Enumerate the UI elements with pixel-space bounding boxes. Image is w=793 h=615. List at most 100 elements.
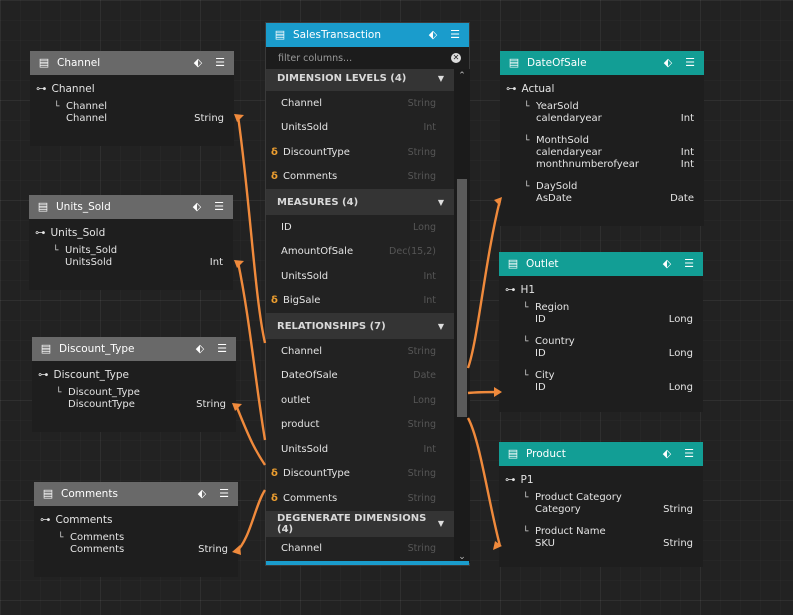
calculated-column-icon[interactable]: ⬖: [192, 343, 208, 355]
dimension-header[interactable]: ▤ DateOfSale ⬖ ☰: [500, 51, 704, 75]
calculated-column-icon[interactable]: ⬖: [659, 448, 675, 460]
hierarchy-row[interactable]: ⊶ Units_Sold: [35, 227, 223, 239]
vertical-scrollbar[interactable]: ⌃ ⌄: [454, 69, 470, 563]
dimension-header[interactable]: ▤ Discount_Type ⬖ ☰: [32, 337, 236, 361]
column-row[interactable]: product String: [266, 413, 454, 438]
level-name: Product Category: [535, 492, 622, 503]
hierarchy-icon: ⊶: [36, 83, 47, 95]
hamburger-menu-icon[interactable]: ☰: [447, 29, 463, 41]
delta-icon: δ: [271, 295, 278, 307]
hamburger-menu-icon[interactable]: ☰: [211, 201, 227, 213]
dimension-card-discount-type[interactable]: ▤ Discount_Type ⬖ ☰ ⊶ Discount_Type └ Discount_…: [32, 337, 236, 432]
level-item[interactable]: └ Country ID Long: [505, 336, 693, 360]
column-row[interactable]: δ Comments String: [266, 486, 454, 511]
hierarchy-row[interactable]: ⊶ P1: [505, 474, 693, 486]
section-header[interactable]: RELATIONSHIPS (7) ▼: [266, 313, 454, 339]
column-row[interactable]: UnitsSold Int: [266, 116, 454, 141]
column-row[interactable]: δ Comments String: [266, 165, 454, 190]
column-row[interactable]: AmountOfSale Dec(15,2): [266, 240, 454, 265]
level-item[interactable]: └ City ID Long: [505, 370, 693, 394]
dimension-header[interactable]: ▤ Units_Sold ⬖ ☰: [29, 195, 233, 219]
column-type: String: [407, 171, 436, 183]
level-item[interactable]: └ YearSold calendaryear Int: [506, 101, 694, 125]
column-row[interactable]: Channel String: [266, 537, 454, 562]
dimension-header[interactable]: ▤ Channel ⬖ ☰: [30, 51, 234, 75]
dimension-card-units-sold[interactable]: ▤ Units_Sold ⬖ ☰ ⊶ Units_Sold └ Units_Sold Units…: [29, 195, 233, 290]
collapse-caret-icon[interactable]: ▼: [438, 322, 444, 331]
dimension-card-product[interactable]: ▤ Product ⬖ ☰ ⊶ P1 └ Product Category Category S…: [499, 442, 703, 567]
calculated-column-icon[interactable]: ⬖: [194, 488, 210, 500]
level-name: SKU: [535, 538, 555, 549]
collapse-caret-icon[interactable]: ▼: [438, 74, 444, 83]
section-header[interactable]: DIMENSION LEVELS (4) ▼: [266, 69, 454, 91]
hamburger-menu-icon[interactable]: ☰: [212, 57, 228, 69]
collapse-caret-icon[interactable]: ▼: [438, 198, 444, 207]
hierarchy-row[interactable]: ⊶ Channel: [36, 83, 224, 95]
collapse-caret-icon[interactable]: ▼: [438, 519, 444, 528]
column-row[interactable]: DateOfSale Date: [266, 364, 454, 389]
level-item[interactable]: └ Product Name SKU String: [505, 526, 693, 550]
column-list[interactable]: DIMENSION LEVELS (4) ▼ Channel String UnitsS…: [266, 69, 454, 563]
hamburger-menu-icon[interactable]: ☰: [216, 488, 232, 500]
dimension-card-channel[interactable]: ▤ Channel ⬖ ☰ ⊶ Channel └ Channel Channel String: [30, 51, 234, 146]
scrollbar-thumb[interactable]: [457, 179, 467, 417]
hamburger-menu-icon[interactable]: ☰: [681, 448, 697, 460]
scroll-up-icon[interactable]: ⌃: [454, 71, 470, 81]
level-item[interactable]: └ Region ID Long: [505, 302, 693, 326]
column-type: Long: [413, 394, 436, 406]
hamburger-menu-icon[interactable]: ☰: [214, 343, 230, 355]
calculated-column-icon[interactable]: ⬖: [659, 258, 675, 270]
column-row[interactable]: δ BigSale Int: [266, 289, 454, 314]
level-item[interactable]: └ Discount_Type DiscountType String: [38, 387, 226, 411]
level-item[interactable]: └ Channel Channel String: [36, 101, 224, 125]
calculated-column-icon[interactable]: ⬖: [425, 29, 441, 41]
level-type: [670, 181, 694, 193]
fact-table-header[interactable]: ▤ SalesTransaction ⬖ ☰: [266, 23, 469, 47]
hierarchy-row[interactable]: ⊶ Actual: [506, 83, 694, 95]
dimension-card-date-of-sale[interactable]: ▤ DateOfSale ⬖ ☰ ⊶ Actual └ YearSold calendaryea…: [500, 51, 704, 226]
level-item[interactable]: └ Units_Sold UnitsSold Int: [35, 245, 223, 269]
fact-table-sales-transaction[interactable]: ▤ SalesTransaction ⬖ ☰ filter columns...…: [265, 22, 470, 566]
column-type: String: [407, 146, 436, 158]
column-row[interactable]: UnitsSold Int: [266, 264, 454, 289]
section-title: RELATIONSHIPS (7): [277, 320, 386, 332]
level-name: UnitsSold: [65, 257, 113, 268]
dimension-card-outlet[interactable]: ▤ Outlet ⬖ ☰ ⊶ H1 └ Region ID Long └ Country ID Lon…: [499, 252, 703, 412]
hierarchy-icon: ⊶: [506, 83, 517, 95]
clear-filter-icon[interactable]: ✕: [451, 53, 461, 63]
hierarchy-icon: ⊶: [505, 474, 516, 486]
dimension-header[interactable]: ▤ Product ⬖ ☰: [499, 442, 703, 466]
column-row[interactable]: UnitsSold Int: [266, 437, 454, 462]
level-item[interactable]: └ Comments Comments String: [40, 532, 228, 556]
section-title: DEGENERATE DIMENSIONS (4): [277, 512, 427, 535]
section-header[interactable]: MEASURES (4) ▼: [266, 189, 454, 215]
level-type: [663, 526, 693, 538]
level-name: Channel: [66, 113, 108, 124]
dimension-header[interactable]: ▤ Comments ⬖ ☰: [34, 482, 238, 506]
hierarchy-row[interactable]: ⊶ Comments: [40, 514, 228, 526]
calculated-column-icon[interactable]: ⬖: [190, 57, 206, 69]
level-item[interactable]: └ MonthSold calendaryear monthnumberofyear …: [506, 135, 694, 171]
section-header[interactable]: DEGENERATE DIMENSIONS (4) ▼: [266, 510, 454, 537]
calculated-column-icon[interactable]: ⬖: [189, 201, 205, 213]
hamburger-menu-icon[interactable]: ☰: [681, 258, 697, 270]
column-row[interactable]: Channel String: [266, 339, 454, 364]
hierarchy-row[interactable]: ⊶ Discount_Type: [38, 369, 226, 381]
level-item[interactable]: └ DaySold AsDate Date: [506, 181, 694, 205]
dimension-card-comments[interactable]: ▤ Comments ⬖ ☰ ⊶ Comments └ Comments Comments St…: [34, 482, 238, 577]
column-row[interactable]: Channel String: [266, 91, 454, 116]
column-row[interactable]: δ DiscountType String: [266, 140, 454, 165]
level-name: Country: [535, 336, 575, 347]
level-name: Comments: [70, 544, 125, 555]
level-item[interactable]: └ Product Category Category String: [505, 492, 693, 516]
hierarchy-row[interactable]: ⊶ H1: [505, 284, 693, 296]
hamburger-menu-icon[interactable]: ☰: [682, 57, 698, 69]
column-name: AmountOfSale: [281, 246, 354, 258]
filter-columns-input[interactable]: filter columns... ✕: [266, 47, 469, 69]
column-row[interactable]: ID Long: [266, 215, 454, 240]
column-row[interactable]: δ DiscountType String: [266, 462, 454, 487]
hierarchy-name: Actual: [521, 83, 555, 95]
dimension-header[interactable]: ▤ Outlet ⬖ ☰: [499, 252, 703, 276]
calculated-column-icon[interactable]: ⬖: [660, 57, 676, 69]
column-row[interactable]: outlet Long: [266, 388, 454, 413]
